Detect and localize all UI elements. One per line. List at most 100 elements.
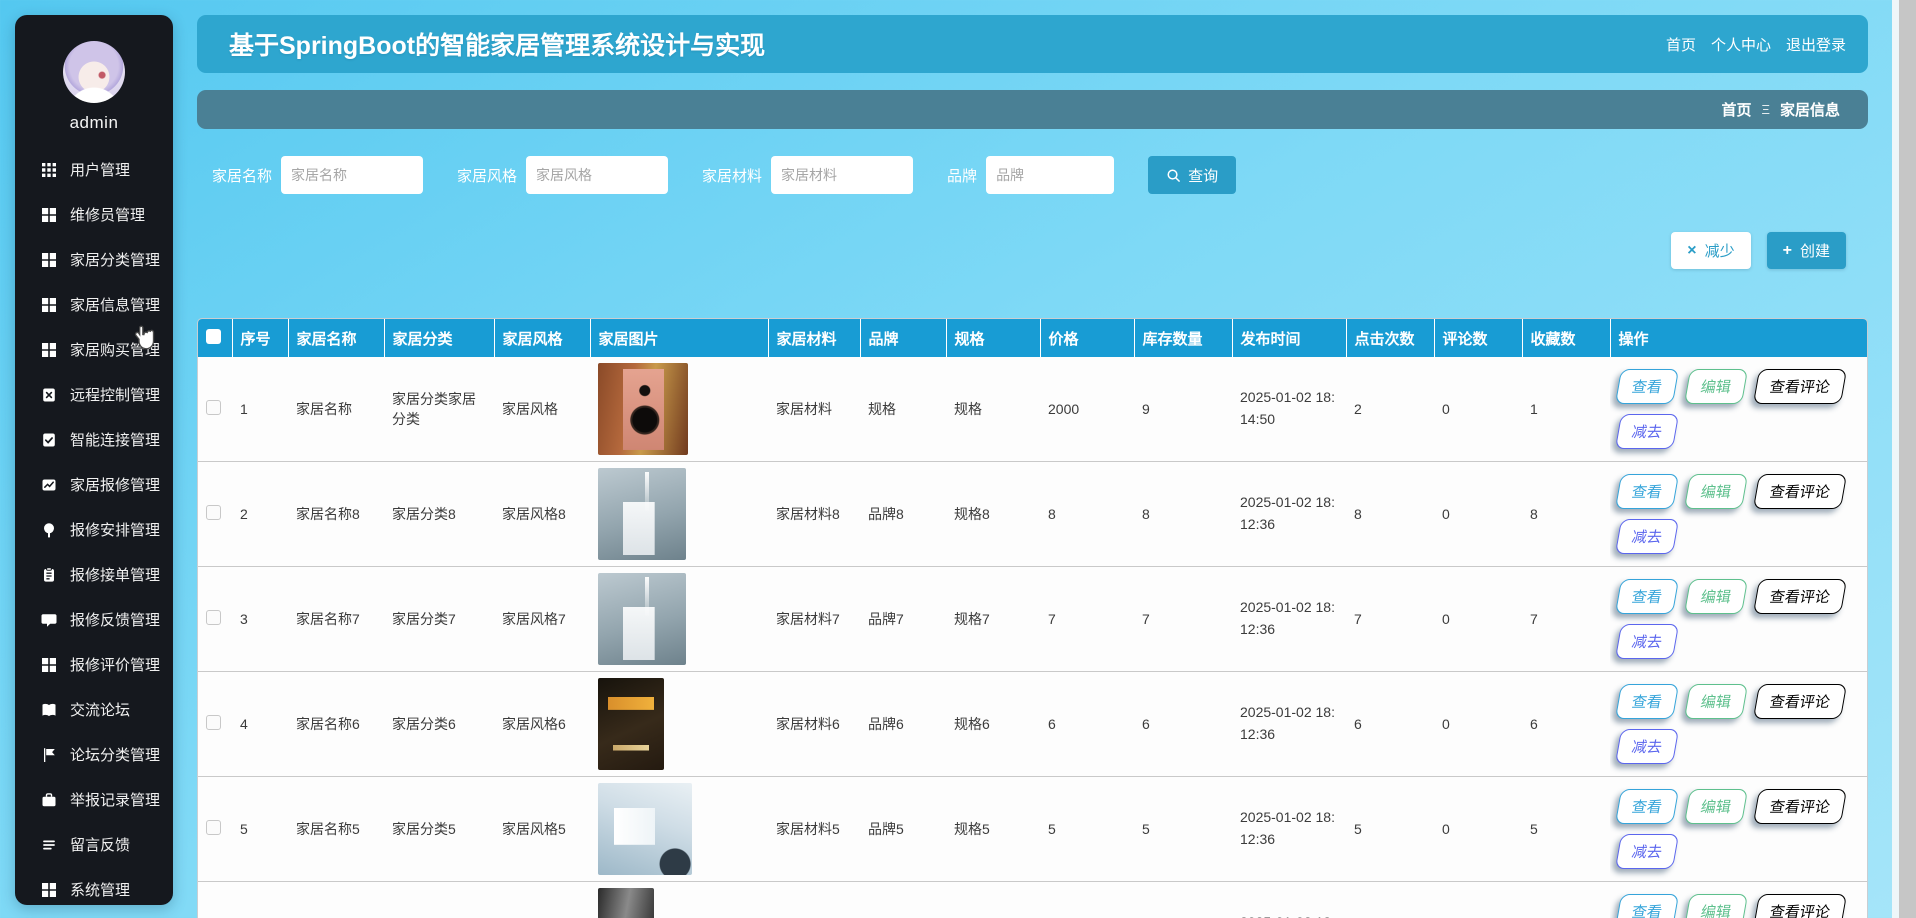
- cell-style: 家居风格8: [494, 462, 590, 567]
- subtract-button[interactable]: 减去: [1615, 729, 1679, 764]
- cell-material: 家居材料6: [768, 672, 860, 777]
- create-button[interactable]: + 创建: [1767, 232, 1846, 269]
- sidebar-item-home-repair-mgmt[interactable]: 家居报修管理: [15, 462, 173, 507]
- home-material-input[interactable]: [771, 156, 913, 194]
- scrollbar[interactable]: [1899, 0, 1916, 918]
- row-checkbox[interactable]: [206, 715, 221, 730]
- sidebar-item-forum[interactable]: 交流论坛: [15, 687, 173, 732]
- row-checkbox[interactable]: [206, 505, 221, 520]
- sidebar-item-home-info-mgmt[interactable]: 家居信息管理: [15, 282, 173, 327]
- cell-name: 家居名称6: [288, 672, 384, 777]
- row-actions: 查看编辑查看评论减去: [1618, 579, 1858, 659]
- reduce-button[interactable]: × 减少: [1671, 232, 1750, 269]
- edit-button[interactable]: 编辑: [1684, 684, 1748, 719]
- row-checkbox[interactable]: [206, 820, 221, 835]
- sidebar-item-system-mgmt[interactable]: 系统管理: [15, 867, 173, 912]
- edit-button[interactable]: 编辑: [1684, 474, 1748, 509]
- subtract-button[interactable]: 减去: [1615, 624, 1679, 659]
- breadcrumb-home[interactable]: 首页: [1722, 99, 1752, 120]
- filter-group-home-style: 家居风格: [457, 156, 668, 194]
- row-checkbox[interactable]: [206, 610, 221, 625]
- view-button[interactable]: 查看: [1615, 474, 1679, 509]
- sidebar-item-remote-control-mgmt[interactable]: 远程控制管理: [15, 372, 173, 417]
- sidebar-item-user-mgmt[interactable]: 用户管理: [15, 147, 173, 192]
- sidebar-item-label: 系统管理: [70, 879, 130, 900]
- edit-button[interactable]: 编辑: [1684, 789, 1748, 824]
- cell-name: 家居名称5: [288, 777, 384, 882]
- cell-image: [590, 882, 768, 918]
- product-image-book: [598, 678, 664, 770]
- view-comments-button[interactable]: 查看评论: [1753, 684, 1847, 719]
- sidebar-item-smart-connect-mgmt[interactable]: 智能连接管理: [15, 417, 173, 462]
- grid4-icon: [41, 657, 57, 673]
- view-button[interactable]: 查看: [1615, 369, 1679, 404]
- cell-clicks: 6: [1346, 672, 1434, 777]
- view-comments-button[interactable]: 查看评论: [1753, 579, 1847, 614]
- cell-seq: [232, 882, 288, 918]
- view-button[interactable]: 查看: [1615, 684, 1679, 719]
- sidebar-item-repair-feedback-mgmt[interactable]: 报修反馈管理: [15, 597, 173, 642]
- cell-clicks: 2: [1346, 357, 1434, 462]
- cell-price: [1040, 882, 1134, 918]
- edit-button[interactable]: 编辑: [1684, 894, 1748, 918]
- view-comments-button[interactable]: 查看评论: [1753, 894, 1847, 918]
- nav-logout[interactable]: 退出登录: [1786, 34, 1846, 55]
- cell-category: [384, 882, 494, 918]
- cell-time: 2025-01-02 18:12:36: [1232, 672, 1346, 777]
- cell-comments: 0: [1434, 672, 1522, 777]
- toolbar: × 减少 + 创建: [197, 232, 1868, 269]
- sidebar-item-repair-schedule-mgmt[interactable]: 报修安排管理: [15, 507, 173, 552]
- filter-label-home-style: 家居风格: [457, 165, 517, 186]
- create-button-label: 创建: [1800, 240, 1830, 261]
- cell-actions: 查看编辑查看评论减去: [1610, 567, 1868, 672]
- cell-category: 家居分类7: [384, 567, 494, 672]
- nav-profile[interactable]: 个人中心: [1711, 34, 1771, 55]
- cell-clicks: [1346, 882, 1434, 918]
- sidebar-item-label: 论坛分类管理: [70, 744, 160, 765]
- publish-time: 2025-01-02 18:14:50: [1240, 387, 1340, 430]
- sidebar-item-label: 智能连接管理: [70, 429, 160, 450]
- column-header-style: 家居风格: [494, 319, 590, 357]
- subtract-button[interactable]: 减去: [1615, 414, 1679, 449]
- edit-button[interactable]: 编辑: [1684, 369, 1748, 404]
- cell-style: [494, 882, 590, 918]
- sidebar-item-home-category-mgmt[interactable]: 家居分类管理: [15, 237, 173, 282]
- view-button[interactable]: 查看: [1615, 789, 1679, 824]
- brand-input[interactable]: [986, 156, 1114, 194]
- view-comments-button[interactable]: 查看评论: [1753, 369, 1847, 404]
- home-name-input[interactable]: [281, 156, 423, 194]
- view-button[interactable]: 查看: [1615, 579, 1679, 614]
- subtract-button[interactable]: 减去: [1615, 834, 1679, 869]
- sidebar-item-repairman-mgmt[interactable]: 维修员管理: [15, 192, 173, 237]
- cell-brand: [860, 882, 946, 918]
- sidebar-item-forum-category-mgmt[interactable]: 论坛分类管理: [15, 732, 173, 777]
- search-button[interactable]: 查询: [1148, 156, 1236, 194]
- cell-comments: 0: [1434, 462, 1522, 567]
- sidebar-item-repair-review-mgmt[interactable]: 报修评价管理: [15, 642, 173, 687]
- avatar[interactable]: [63, 41, 125, 103]
- view-comments-button[interactable]: 查看评论: [1753, 474, 1847, 509]
- row-actions: 查看编辑查看评论减去: [1618, 369, 1858, 449]
- row-actions: 查看编辑查看评论减去: [1618, 894, 1858, 918]
- nav-home[interactable]: 首页: [1666, 34, 1696, 55]
- view-button[interactable]: 查看: [1615, 894, 1679, 918]
- edit-button[interactable]: 编辑: [1684, 579, 1748, 614]
- row-checkbox[interactable]: [206, 400, 221, 415]
- sidebar-item-repair-order-mgmt[interactable]: 报修接单管理: [15, 552, 173, 597]
- cell-price: 5: [1040, 777, 1134, 882]
- cell-time: 2025-01-02 18:12:36: [1232, 882, 1346, 918]
- cell-time: 2025-01-02 18:12:36: [1232, 777, 1346, 882]
- select-all-checkbox[interactable]: [206, 329, 221, 344]
- cell-material: [768, 882, 860, 918]
- cell-stock: 8: [1134, 462, 1232, 567]
- filter-group-home-name: 家居名称: [212, 156, 423, 194]
- sidebar-item-home-purchase-mgmt[interactable]: 家居购买管理: [15, 327, 173, 372]
- view-comments-button[interactable]: 查看评论: [1753, 789, 1847, 824]
- sidebar-item-message-feedback[interactable]: 留言反馈: [15, 822, 173, 867]
- column-header-clicks: 点击次数: [1346, 319, 1434, 357]
- sidebar-item-report-record-mgmt[interactable]: 举报记录管理: [15, 777, 173, 822]
- subtract-button[interactable]: 减去: [1615, 519, 1679, 554]
- cell-checkbox: [198, 672, 232, 777]
- cell-favs: 5: [1522, 777, 1610, 882]
- home-style-input[interactable]: [526, 156, 668, 194]
